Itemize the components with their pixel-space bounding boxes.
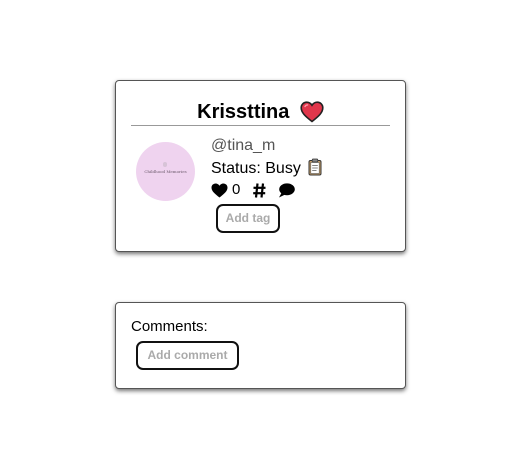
add-tag-button[interactable]: Add tag	[216, 204, 280, 233]
status-text: Status: Busy	[211, 160, 301, 177]
heart-emoji-icon	[300, 101, 324, 123]
heart-icon[interactable]	[211, 183, 228, 198]
avatar: Childhood Memories	[136, 142, 195, 201]
comment-bubble-icon[interactable]	[278, 182, 296, 198]
clipboard-icon	[308, 158, 322, 176]
profile-actions: 0	[211, 181, 296, 199]
profile-name: Krissttina	[197, 101, 290, 123]
hashtag-icon[interactable]	[253, 182, 266, 198]
profile-title-row: Krissttina	[131, 100, 390, 126]
likes-count: 0	[232, 181, 241, 198]
avatar-decoration	[163, 162, 167, 167]
comments-label: Comments:	[131, 318, 208, 335]
avatar-caption: Childhood Memories	[144, 169, 187, 174]
comments-card: Comments: Add comment	[115, 302, 406, 389]
profile-handle: @tina_m	[211, 137, 276, 154]
add-comment-button[interactable]: Add comment	[136, 341, 239, 370]
profile-status: Status: Busy	[211, 158, 322, 178]
profile-card: Krissttina Childhood Memories @tina_m St…	[115, 80, 406, 252]
